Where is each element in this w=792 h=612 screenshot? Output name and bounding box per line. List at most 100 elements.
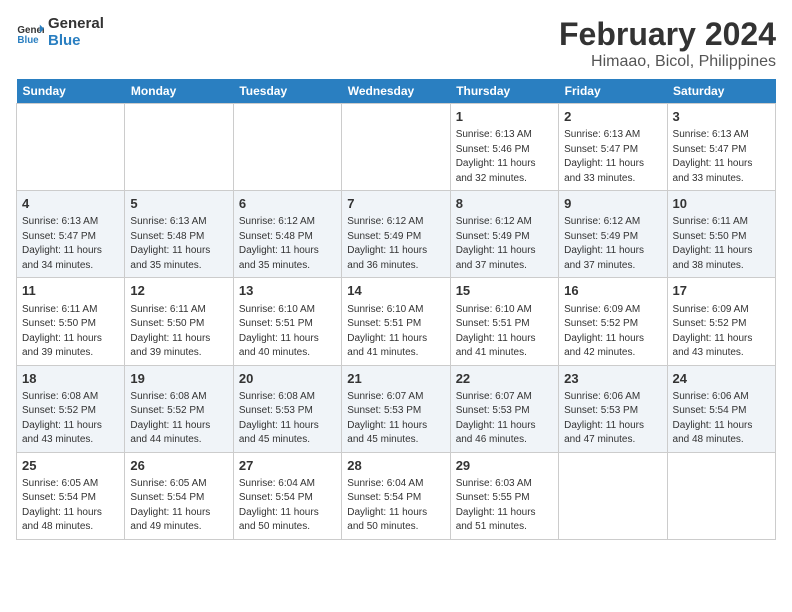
location-subtitle: Himaao, Bicol, Philippines	[559, 53, 776, 71]
day-number: 21	[347, 370, 444, 388]
day-info: Sunrise: 6:13 AM Sunset: 5:47 PM Dayligh…	[564, 128, 661, 186]
calendar-cell: 18Sunrise: 6:08 AM Sunset: 5:52 PM Dayli…	[17, 365, 125, 452]
page-header: General Blue General Blue February 2024 …	[16, 16, 776, 71]
header-saturday: Saturday	[667, 79, 775, 104]
day-info: Sunrise: 6:10 AM Sunset: 5:51 PM Dayligh…	[347, 303, 444, 361]
calendar-cell: 16 Sunrise: 6:09 AM Sunset: 5:52 PM Dayli…	[559, 278, 667, 365]
calendar-cell: 11 Sunrise: 6:11 AM Sunset: 5:50 PM Dayli…	[17, 278, 125, 365]
calendar-cell: 15Sunrise: 6:10 AM Sunset: 5:51 PM Dayli…	[450, 278, 558, 365]
day-info: Sunrise: 6:12 AM Sunset: 5:49 PM Dayligh…	[564, 215, 661, 273]
day-number: 6	[239, 195, 336, 213]
day-number: 23	[564, 370, 661, 388]
calendar-cell	[17, 104, 125, 191]
calendar-cell	[559, 452, 667, 539]
day-number: 29	[456, 457, 553, 475]
day-info: Sunrise: 6:03 AM Sunset: 5:55 PM Dayligh…	[456, 477, 553, 535]
day-number: 22	[456, 370, 553, 388]
calendar-cell: 21Sunrise: 6:07 AM Sunset: 5:53 PM Dayli…	[342, 365, 450, 452]
day-number: 10	[673, 195, 770, 213]
logo-icon: General Blue	[16, 19, 44, 47]
day-number: 17	[673, 282, 770, 300]
calendar-week-row: 25 Sunrise: 6:05 AM Sunset: 5:54 PM Dayli…	[17, 452, 776, 539]
day-info: Sunrise: 6:10 AM Sunset: 5:51 PM Dayligh…	[239, 303, 336, 361]
day-info: Sunrise: 6:11 AM Sunset: 5:50 PM Dayligh…	[130, 303, 227, 361]
logo: General Blue General Blue	[16, 16, 104, 49]
day-number: 25	[22, 457, 119, 475]
calendar-week-row: 1 Sunrise: 6:13 AM Sunset: 5:46 PM Daylig…	[17, 104, 776, 191]
day-info: Sunrise: 6:08 AM Sunset: 5:52 PM Dayligh…	[130, 390, 227, 448]
calendar-cell: 27 Sunrise: 6:04 AM Sunset: 5:54 PM Dayli…	[233, 452, 341, 539]
day-info: Sunrise: 6:05 AM Sunset: 5:54 PM Dayligh…	[130, 477, 227, 535]
svg-text:Blue: Blue	[17, 34, 39, 45]
calendar-cell: 9 Sunrise: 6:12 AM Sunset: 5:49 PM Daylig…	[559, 191, 667, 278]
day-number: 27	[239, 457, 336, 475]
calendar-cell: 3 Sunrise: 6:13 AM Sunset: 5:47 PM Daylig…	[667, 104, 775, 191]
header-tuesday: Tuesday	[233, 79, 341, 104]
calendar-cell: 6Sunrise: 6:12 AM Sunset: 5:48 PM Daylig…	[233, 191, 341, 278]
day-number: 4	[22, 195, 119, 213]
calendar-header-row: SundayMondayTuesdayWednesdayThursdayFrid…	[17, 79, 776, 104]
day-number: 13	[239, 282, 336, 300]
day-number: 28	[347, 457, 444, 475]
day-number: 3	[673, 108, 770, 126]
day-number: 19	[130, 370, 227, 388]
day-info: Sunrise: 6:13 AM Sunset: 5:46 PM Dayligh…	[456, 128, 553, 186]
day-number: 8	[456, 195, 553, 213]
day-info: Sunrise: 6:04 AM Sunset: 5:54 PM Dayligh…	[347, 477, 444, 535]
calendar-table: SundayMondayTuesdayWednesdayThursdayFrid…	[16, 79, 776, 540]
day-info: Sunrise: 6:13 AM Sunset: 5:47 PM Dayligh…	[673, 128, 770, 186]
day-info: Sunrise: 6:08 AM Sunset: 5:52 PM Dayligh…	[22, 390, 119, 448]
day-info: Sunrise: 6:04 AM Sunset: 5:54 PM Dayligh…	[239, 477, 336, 535]
calendar-cell: 2 Sunrise: 6:13 AM Sunset: 5:47 PM Daylig…	[559, 104, 667, 191]
day-number: 14	[347, 282, 444, 300]
calendar-cell: 23 Sunrise: 6:06 AM Sunset: 5:53 PM Dayli…	[559, 365, 667, 452]
calendar-cell: 29 Sunrise: 6:03 AM Sunset: 5:55 PM Dayli…	[450, 452, 558, 539]
day-number: 15	[456, 282, 553, 300]
calendar-week-row: 4Sunrise: 6:13 AM Sunset: 5:47 PM Daylig…	[17, 191, 776, 278]
month-year-title: February 2024	[559, 16, 776, 53]
header-monday: Monday	[125, 79, 233, 104]
calendar-cell: 8 Sunrise: 6:12 AM Sunset: 5:49 PM Daylig…	[450, 191, 558, 278]
calendar-cell: 20 Sunrise: 6:08 AM Sunset: 5:53 PM Dayli…	[233, 365, 341, 452]
calendar-cell: 12Sunrise: 6:11 AM Sunset: 5:50 PM Dayli…	[125, 278, 233, 365]
day-number: 24	[673, 370, 770, 388]
header-thursday: Thursday	[450, 79, 558, 104]
day-number: 9	[564, 195, 661, 213]
day-info: Sunrise: 6:06 AM Sunset: 5:54 PM Dayligh…	[673, 390, 770, 448]
calendar-cell: 4Sunrise: 6:13 AM Sunset: 5:47 PM Daylig…	[17, 191, 125, 278]
calendar-cell: 28 Sunrise: 6:04 AM Sunset: 5:54 PM Dayli…	[342, 452, 450, 539]
day-number: 5	[130, 195, 227, 213]
calendar-cell: 19 Sunrise: 6:08 AM Sunset: 5:52 PM Dayli…	[125, 365, 233, 452]
day-number: 1	[456, 108, 553, 126]
calendar-cell: 13 Sunrise: 6:10 AM Sunset: 5:51 PM Dayli…	[233, 278, 341, 365]
calendar-week-row: 18Sunrise: 6:08 AM Sunset: 5:52 PM Dayli…	[17, 365, 776, 452]
day-number: 11	[22, 282, 119, 300]
day-info: Sunrise: 6:12 AM Sunset: 5:49 PM Dayligh…	[456, 215, 553, 273]
day-info: Sunrise: 6:06 AM Sunset: 5:53 PM Dayligh…	[564, 390, 661, 448]
calendar-cell	[233, 104, 341, 191]
calendar-cell: 22 Sunrise: 6:07 AM Sunset: 5:53 PM Dayli…	[450, 365, 558, 452]
day-info: Sunrise: 6:11 AM Sunset: 5:50 PM Dayligh…	[673, 215, 770, 273]
calendar-cell: 7Sunrise: 6:12 AM Sunset: 5:49 PM Daylig…	[342, 191, 450, 278]
day-info: Sunrise: 6:13 AM Sunset: 5:48 PM Dayligh…	[130, 215, 227, 273]
header-sunday: Sunday	[17, 79, 125, 104]
day-info: Sunrise: 6:08 AM Sunset: 5:53 PM Dayligh…	[239, 390, 336, 448]
header-wednesday: Wednesday	[342, 79, 450, 104]
day-number: 16	[564, 282, 661, 300]
day-info: Sunrise: 6:11 AM Sunset: 5:50 PM Dayligh…	[22, 303, 119, 361]
day-number: 26	[130, 457, 227, 475]
day-number: 20	[239, 370, 336, 388]
day-info: Sunrise: 6:05 AM Sunset: 5:54 PM Dayligh…	[22, 477, 119, 535]
calendar-cell	[667, 452, 775, 539]
calendar-cell: 1 Sunrise: 6:13 AM Sunset: 5:46 PM Daylig…	[450, 104, 558, 191]
calendar-cell	[342, 104, 450, 191]
header-friday: Friday	[559, 79, 667, 104]
calendar-cell: 25 Sunrise: 6:05 AM Sunset: 5:54 PM Dayli…	[17, 452, 125, 539]
calendar-cell: 26 Sunrise: 6:05 AM Sunset: 5:54 PM Dayli…	[125, 452, 233, 539]
day-info: Sunrise: 6:09 AM Sunset: 5:52 PM Dayligh…	[564, 303, 661, 361]
calendar-cell: 14 Sunrise: 6:10 AM Sunset: 5:51 PM Dayli…	[342, 278, 450, 365]
day-number: 2	[564, 108, 661, 126]
day-info: Sunrise: 6:07 AM Sunset: 5:53 PM Dayligh…	[456, 390, 553, 448]
calendar-cell: 5 Sunrise: 6:13 AM Sunset: 5:48 PM Daylig…	[125, 191, 233, 278]
day-number: 7	[347, 195, 444, 213]
